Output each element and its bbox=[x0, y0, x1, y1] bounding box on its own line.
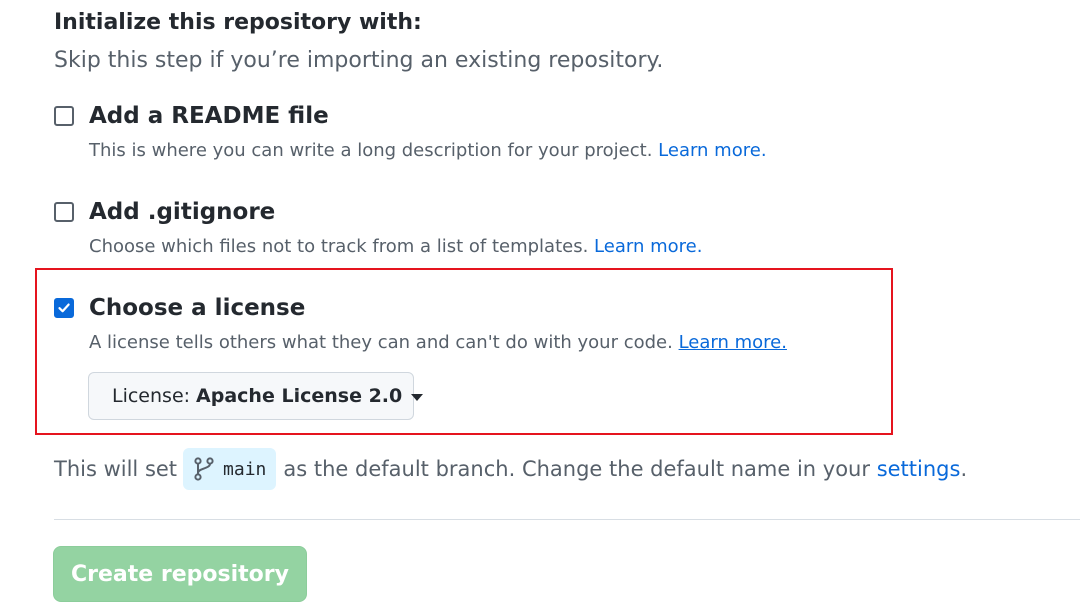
readme-description: This is where you can write a long descr… bbox=[89, 140, 767, 161]
git-branch-icon bbox=[194, 457, 214, 481]
check-icon bbox=[58, 303, 70, 313]
readme-description-text: This is where you can write a long descr… bbox=[89, 140, 659, 161]
gitignore-description: Choose which files not to track from a l… bbox=[89, 236, 702, 257]
repository-init-panel: Initialize this repository with: Skip th… bbox=[0, 0, 1080, 616]
license-select-button[interactable]: License: Apache License 2.0 bbox=[88, 372, 424, 420]
readme-checkbox[interactable] bbox=[54, 106, 74, 126]
branch-name: main bbox=[223, 458, 267, 480]
branch-note-prefix: This will set bbox=[54, 457, 178, 481]
caret-down-icon bbox=[411, 393, 424, 401]
license-title: Choose a license bbox=[89, 295, 306, 321]
license-select-label: License: bbox=[112, 385, 191, 407]
branch-note-end: . bbox=[960, 457, 968, 481]
branch-note-suffix: as the default branch. Change the defaul… bbox=[283, 457, 870, 481]
settings-link[interactable]: settings bbox=[877, 457, 961, 481]
default-branch-note: This will set main as the default branch… bbox=[54, 448, 967, 490]
section-subheading: Skip this step if you’re importing an ex… bbox=[54, 48, 664, 73]
create-repository-button[interactable]: Create repository bbox=[53, 546, 307, 602]
license-select-value: Apache License 2.0 bbox=[196, 385, 403, 407]
gitignore-checkbox[interactable] bbox=[54, 202, 74, 222]
gitignore-title: Add .gitignore bbox=[89, 199, 276, 225]
readme-learn-more-link[interactable]: Learn more. bbox=[658, 140, 766, 161]
readme-title: Add a README file bbox=[89, 103, 329, 129]
gitignore-learn-more-link[interactable]: Learn more. bbox=[594, 236, 702, 257]
license-description: A license tells others what they can and… bbox=[89, 332, 787, 353]
divider bbox=[54, 519, 1080, 520]
license-learn-more-link[interactable]: Learn more. bbox=[679, 332, 787, 353]
license-checkbox[interactable] bbox=[54, 298, 74, 318]
gitignore-description-text: Choose which files not to track from a l… bbox=[89, 236, 595, 257]
branch-badge: main bbox=[183, 448, 277, 490]
license-description-text: A license tells others what they can and… bbox=[89, 332, 679, 353]
section-heading: Initialize this repository with: bbox=[54, 10, 422, 35]
